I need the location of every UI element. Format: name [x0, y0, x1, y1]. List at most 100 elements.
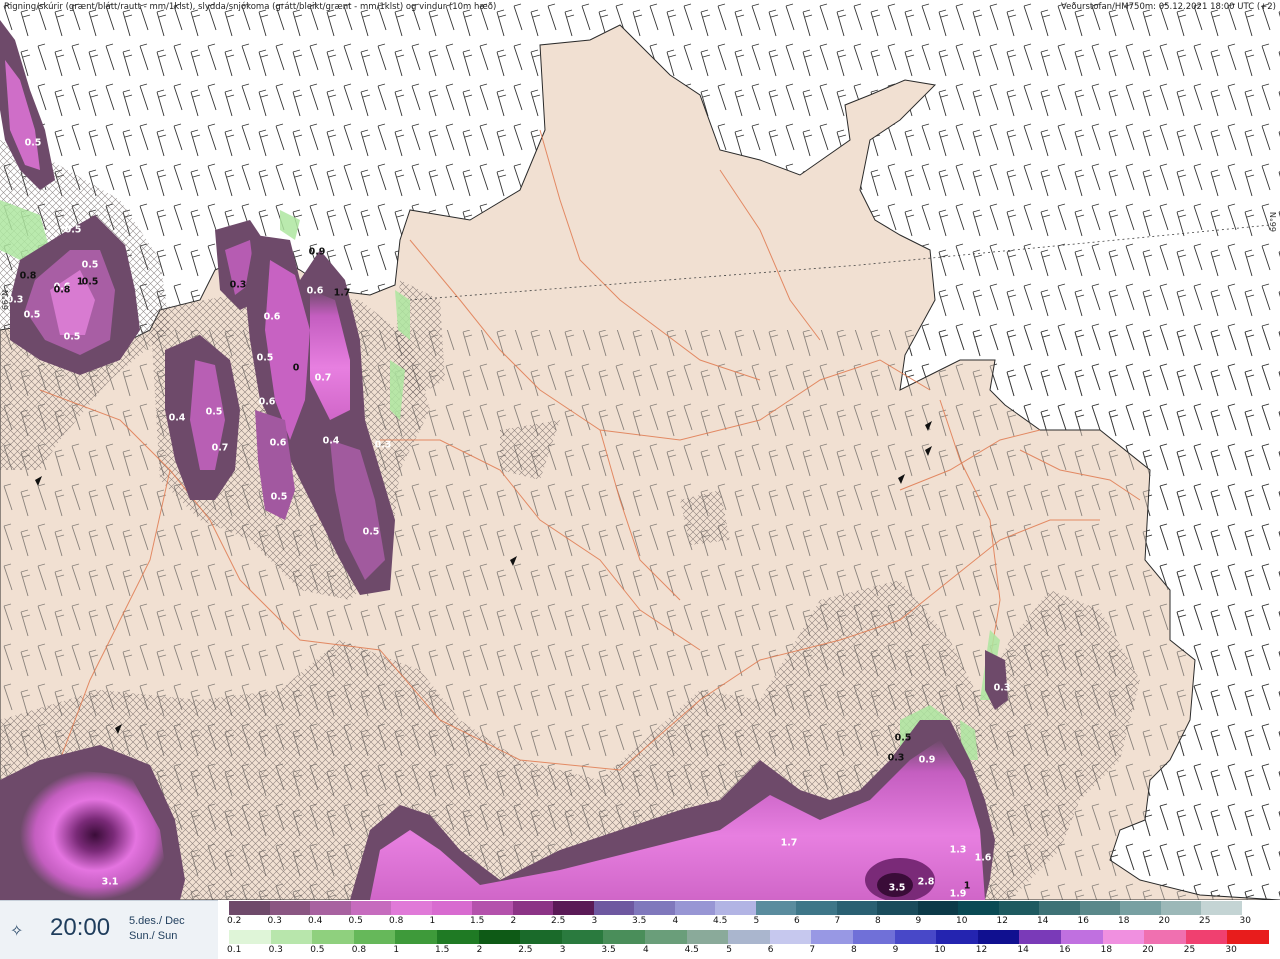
legend-swatch	[312, 930, 354, 944]
legend-label: 0.3	[269, 945, 283, 955]
legend-swatch	[811, 930, 853, 944]
legend-label: 2.5	[518, 945, 532, 955]
forecast-date: 5.des./ Dec	[129, 915, 185, 927]
legend-label: 16	[1078, 916, 1089, 926]
legend-swatch	[999, 901, 1040, 915]
map-value-label: 0.4	[323, 436, 340, 447]
legend-label: 10	[934, 945, 945, 955]
legend-label: 25	[1199, 916, 1210, 926]
legend-swatch	[520, 930, 562, 944]
map-title: Rigning/skúrir (grænt/blátt/rautt - mm/1…	[4, 0, 496, 14]
legend-label: 4.5	[713, 916, 727, 926]
legend-swatch	[1061, 930, 1103, 944]
legend-swatch	[1144, 930, 1186, 944]
legend-swatch	[271, 930, 313, 944]
legend-label: 5	[754, 916, 760, 926]
map-value-label: 0.6	[259, 397, 276, 408]
legend-label: 20	[1142, 945, 1153, 955]
map-value-label: 0.5	[895, 733, 912, 744]
legend-swatch	[562, 930, 604, 944]
legend-swatch	[1080, 901, 1121, 915]
map-value-label: 0	[293, 363, 300, 374]
map-value-label: 0.5	[82, 277, 99, 288]
forecast-day: Sun./ Sun	[129, 930, 177, 942]
legend-swatch	[351, 901, 392, 915]
legend-label: 4	[673, 916, 679, 926]
legend-label: 3.5	[601, 945, 615, 955]
map-value-label: 0.3	[7, 295, 24, 306]
legend-label: 0.2	[227, 916, 241, 926]
legend-swatch	[918, 901, 959, 915]
map-value-label: 0.6	[264, 312, 281, 323]
legend-label: 2	[477, 945, 483, 955]
legend-swatch	[958, 901, 999, 915]
legend-label: 3	[592, 916, 598, 926]
legend-label: 0.5	[349, 916, 363, 926]
legend-label: 9	[893, 945, 899, 955]
map-value-label: 0.5	[363, 527, 380, 538]
legend-label: 3	[560, 945, 566, 955]
map-value-label: 1.7	[334, 288, 351, 299]
weather-map[interactable]: 66°N 66°N	[0, 0, 1280, 900]
legend-swatch	[354, 930, 396, 944]
legend-label: 10	[956, 916, 967, 926]
legend-swatch	[1201, 901, 1242, 915]
map-value-label: 0.8	[54, 285, 71, 296]
map-value-label: 0.7	[212, 443, 229, 454]
map-value-label: 0.9	[309, 247, 326, 258]
legend-label: 25	[1184, 945, 1195, 955]
legend-label: 18	[1118, 916, 1129, 926]
legend-swatch	[978, 930, 1020, 944]
model-run-info: Veðurstofan/HM750m: 05.12.2021 18:00 UTC…	[1061, 0, 1276, 14]
legend-label: 12	[997, 916, 1008, 926]
legend-label: 5	[726, 945, 732, 955]
map-value-label: 0.5	[206, 407, 223, 418]
legend-swatch	[796, 901, 837, 915]
map-value-label: 1.3	[950, 845, 967, 856]
map-value-label: 0.5	[257, 353, 274, 364]
snow-legend-labels: 0.20.30.40.50.811.522.533.544.5567891012…	[229, 916, 1279, 928]
legend-swatch	[437, 930, 479, 944]
snow-legend-scale	[229, 901, 1279, 915]
map-value-label: 1	[964, 881, 971, 892]
legend-swatch	[270, 901, 311, 915]
legend-swatch	[936, 930, 978, 944]
map-value-label: 3.5	[889, 883, 906, 894]
legend-swatch	[853, 930, 895, 944]
map-value-label: 0.6	[270, 438, 287, 449]
legend-label: 18	[1101, 945, 1112, 955]
legend-label: 30	[1240, 916, 1251, 926]
legend-label: 2	[511, 916, 517, 926]
time-display[interactable]: ✧ 20:00 5.des./ Dec Sun./ Sun	[0, 900, 218, 959]
legend-label: 0.8	[389, 916, 403, 926]
map-value-label: 0.5	[65, 225, 82, 236]
legend-swatch	[432, 901, 473, 915]
map-value-label: 0.6	[307, 286, 324, 297]
legend-swatch	[603, 930, 645, 944]
legend-label: 16	[1059, 945, 1070, 955]
legend-swatch	[229, 901, 270, 915]
legend-swatch	[1186, 930, 1228, 944]
legend-label: 7	[809, 945, 815, 955]
map-value-label: 1	[77, 277, 84, 288]
legend-swatch	[728, 930, 770, 944]
legend-label: 2.5	[551, 916, 565, 926]
legend-swatch	[479, 930, 521, 944]
legend-label: 8	[875, 916, 881, 926]
map-value-label: 0.5	[82, 260, 99, 271]
map-value-label: 0.3	[230, 280, 247, 291]
map-value-label: 0.5	[64, 332, 81, 343]
map-value-label: 3.1	[102, 877, 119, 888]
legend-label: 1.5	[470, 916, 484, 926]
legend-swatch	[895, 930, 937, 944]
legend-swatch	[687, 930, 729, 944]
legend-label: 14	[1037, 916, 1048, 926]
legend-label: 3.5	[632, 916, 646, 926]
map-value-label: 0.9	[919, 755, 936, 766]
legend-label: 0.4	[308, 916, 322, 926]
legend-label: 0.8	[352, 945, 366, 955]
legend-swatch	[553, 901, 594, 915]
map-value-label: 0.3	[375, 440, 392, 451]
legend-label: 30	[1225, 945, 1236, 955]
legend-label: 4.5	[685, 945, 699, 955]
